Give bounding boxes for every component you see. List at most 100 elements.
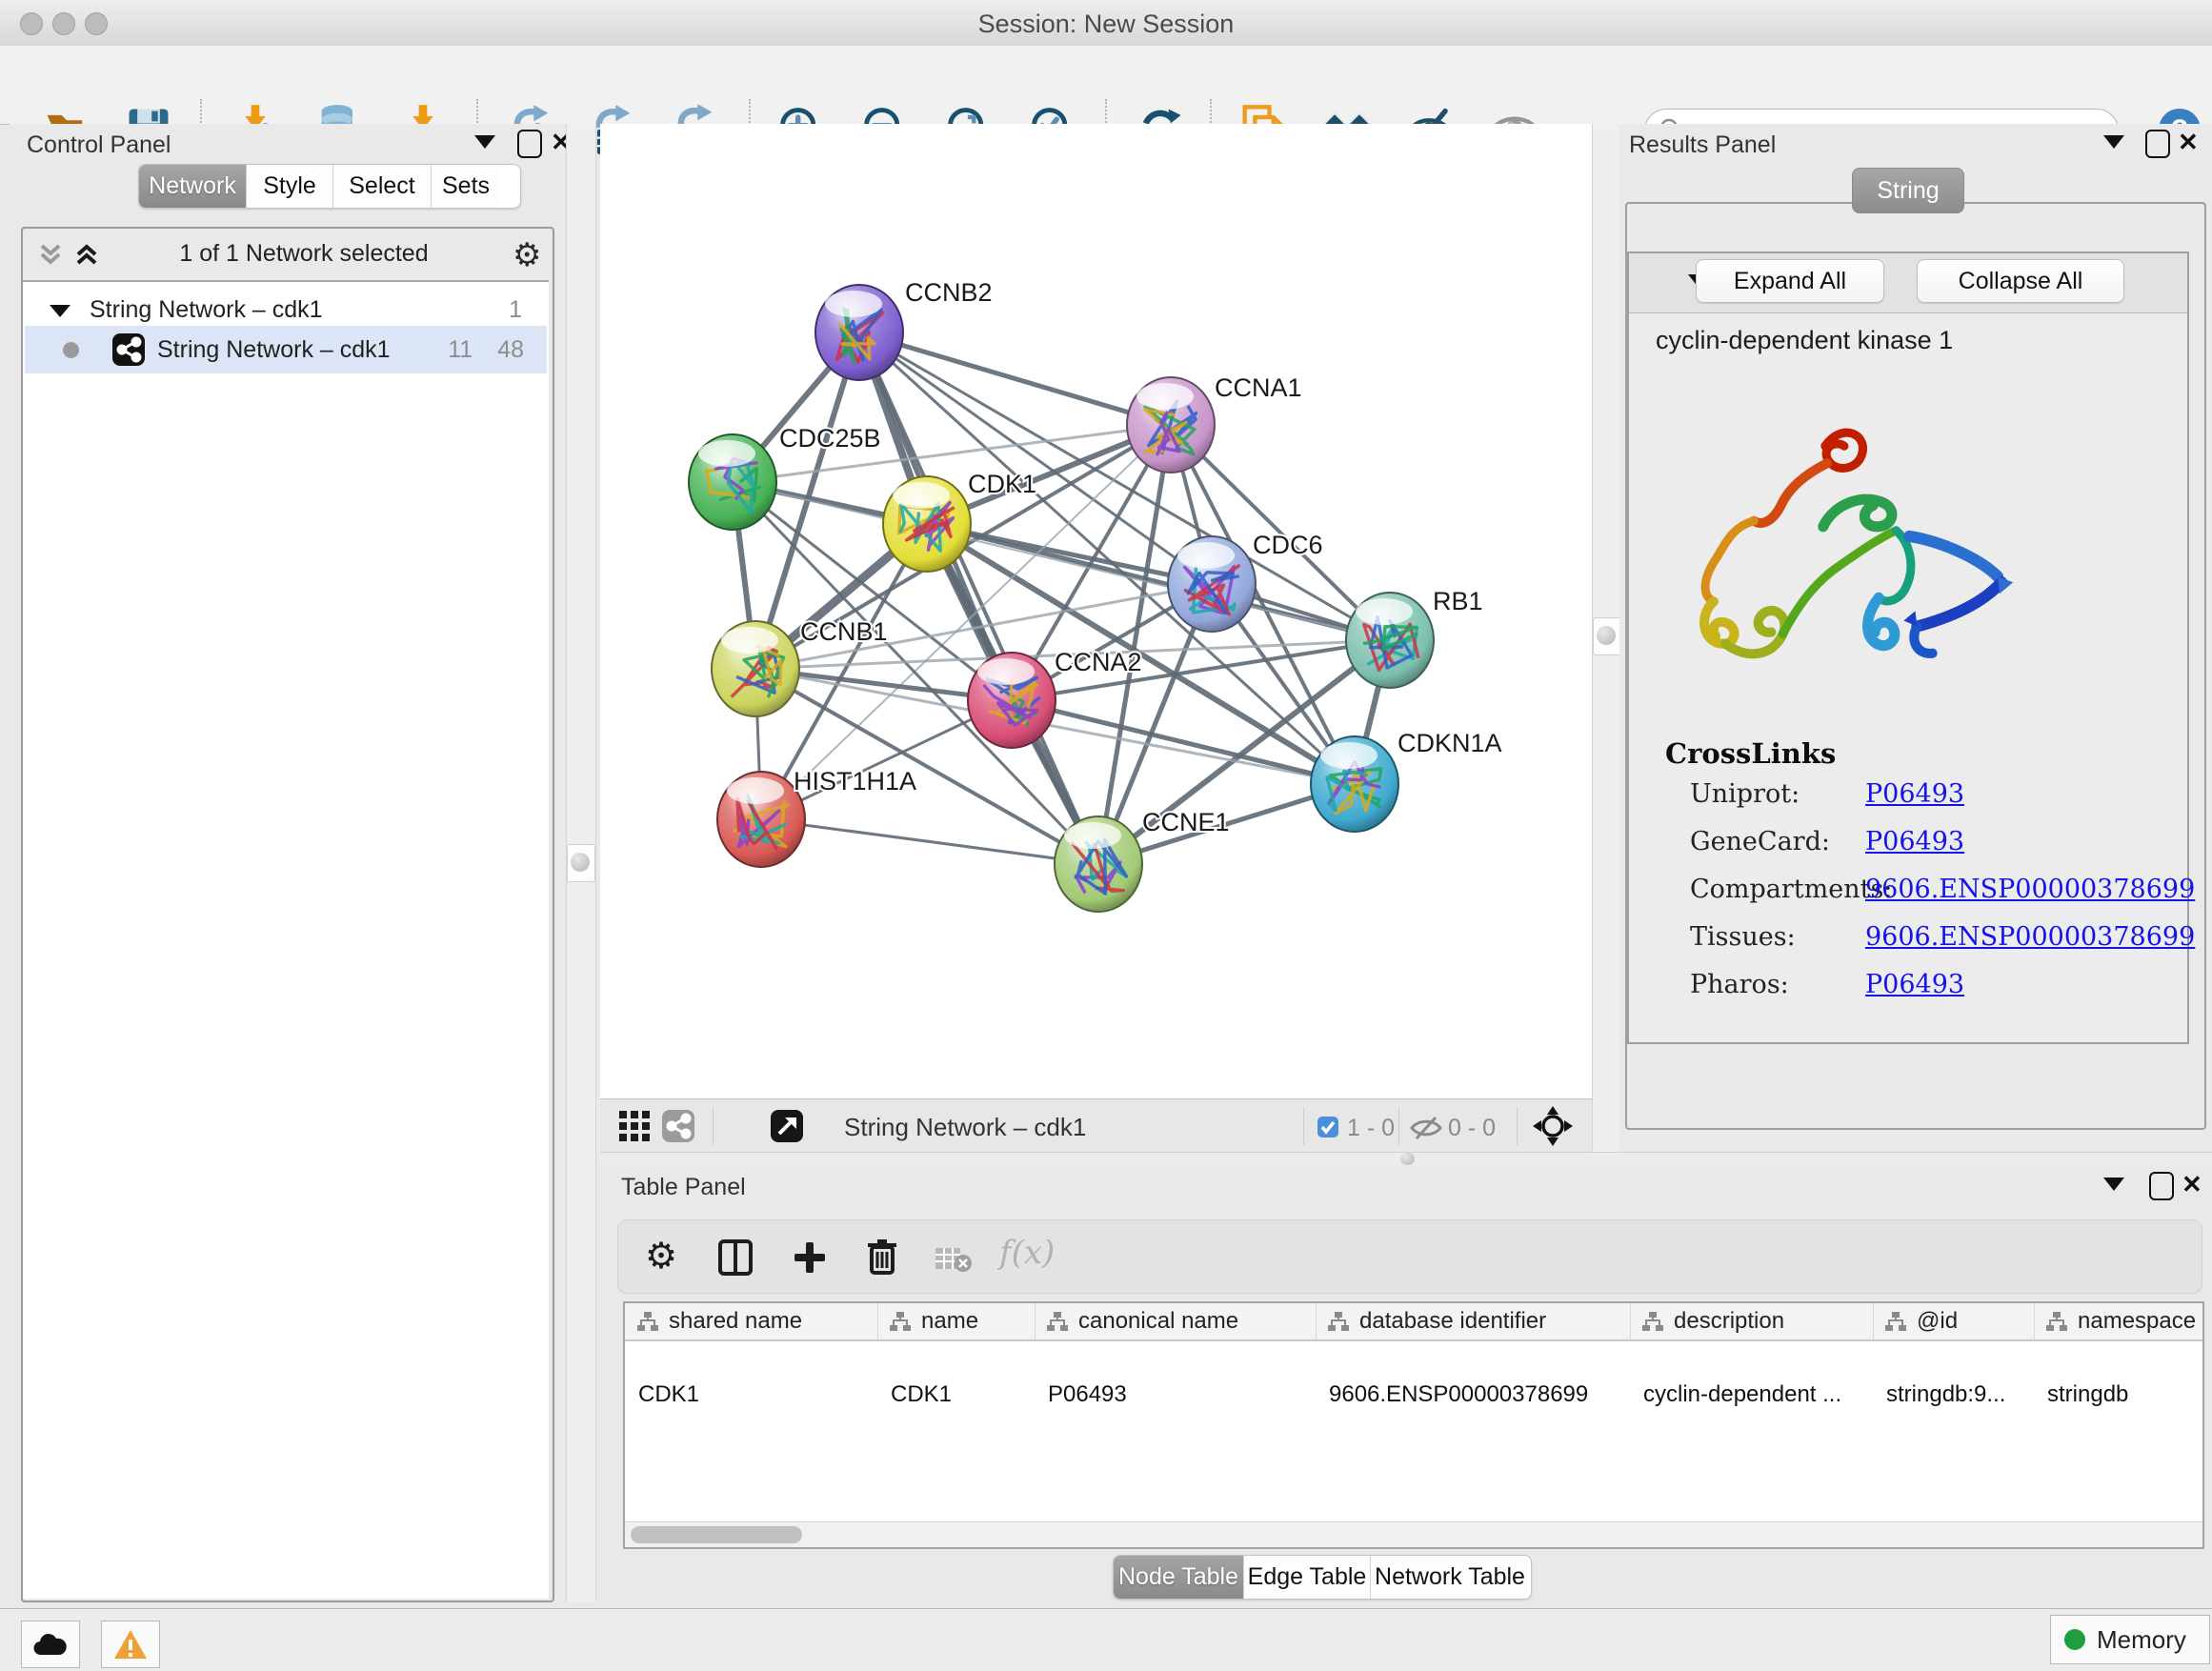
network-options-gear-icon[interactable]: ⚙ [513,236,541,274]
column-header-at-id[interactable]: @id [1873,1303,2034,1341]
crosslink-link[interactable]: P06493 [1865,970,1964,999]
network-edge-ccnb2-ccna1[interactable] [859,332,1171,425]
column-separator[interactable] [877,1303,878,1339]
crosslink-link[interactable]: 9606.ENSP00000378699 [1865,875,2195,904]
network-node-CCNA1[interactable]: CCNA1 [1127,373,1302,473]
ribbon-stroke [1909,536,1998,576]
collection-expander-icon[interactable] [50,296,70,324]
table-cell[interactable]: 9606.ENSP00000378699 [1329,1381,1626,1408]
table-cell[interactable]: CDK1 [891,1381,1031,1408]
cloud-status-button[interactable] [21,1621,80,1668]
network-edge-hist1h1a-ccne1[interactable] [761,819,1098,864]
table-cell[interactable]: P06493 [1048,1381,1312,1408]
column-header-namespace[interactable]: namespace [2034,1303,2202,1341]
tab-edge-table[interactable]: Edge Table [1244,1556,1371,1599]
network-node-CDC25B[interactable]: CDC25B [689,424,881,530]
tab-network[interactable]: Network [139,165,247,208]
pan-crosshair-icon[interactable] [1532,1105,1574,1147]
left-panel-splitter[interactable] [566,124,596,1602]
manage-columns-icon[interactable] [717,1239,754,1276]
network-tree: String Network – cdk1 1 String Network –… [23,280,549,1599]
table-cell[interactable]: stringdb [2047,1381,2199,1408]
selected-checkbox-icon[interactable] [1317,1116,1339,1138]
results-panel-menu-icon[interactable] [2103,135,2124,153]
table-cell[interactable]: CDK1 [638,1381,874,1408]
selected-counter: 1 - 0 [1347,1115,1395,1142]
splitter-handle-icon[interactable] [571,853,590,872]
ribbon-stroke [1917,582,2001,626]
grid-mode-icon[interactable] [617,1109,652,1143]
table-cell[interactable]: stringdb:9... [1886,1381,2030,1408]
hidden-eye-icon[interactable] [1410,1116,1442,1140]
protein-structure-image[interactable] [1677,413,2031,692]
column-header-shared-name[interactable]: shared name [625,1303,877,1341]
create-column-icon[interactable] [792,1239,828,1276]
collection-label: String Network – cdk1 [90,296,323,324]
results-panel-float-icon[interactable] [2145,130,2170,158]
tab-style[interactable]: Style [247,165,333,208]
delete-column-icon[interactable] [864,1238,900,1276]
table-panel-menu-icon[interactable] [2103,1178,2124,1196]
crosslink-link[interactable]: P06493 [1865,779,1964,809]
column-header-description[interactable]: description [1630,1303,1873,1341]
table-settings-gear-icon[interactable]: ⚙ [645,1238,677,1276]
network-node-CCNE1[interactable]: CCNE1 [1055,808,1230,912]
table-panel-close-icon[interactable]: ✕ [2182,1172,2202,1197]
network-node-CCNA2[interactable]: CCNA2 [968,648,1142,748]
window-title: Session: New Session [0,10,2212,39]
column-header-database-identifier[interactable]: database identifier [1316,1303,1630,1341]
column-type-icon [889,1311,912,1332]
crosslink-label: Compartments: [1690,875,1892,904]
table-tabstrip: Node TableEdge TableNetwork Table [1113,1555,1532,1600]
node-label: CCNB1 [800,617,888,646]
tab-network-table[interactable]: Network Table [1371,1556,1529,1599]
table-panel-float-icon[interactable] [2149,1172,2174,1200]
network-node-HIST1H1A[interactable]: HIST1H1A [717,767,916,867]
splitter-handle-icon[interactable] [1400,1153,1415,1165]
table-cell[interactable]: cyclin-dependent ... [1643,1381,1869,1408]
network-row[interactable]: String Network – cdk1 11 48 [25,326,547,373]
crosslink-row: Pharos:P06493 [1690,970,2176,1008]
collection-count: 1 [509,296,522,324]
column-separator[interactable] [2034,1303,2035,1339]
results-panel-close-icon[interactable]: ✕ [2178,130,2199,154]
table-horizontal-scrollbar[interactable] [625,1521,2202,1547]
crosslink-row: Uniprot: P06493 [1690,779,2176,817]
expand-all-button[interactable]: Expand All [1696,259,1884,303]
tab-node-table[interactable]: Node Table [1114,1556,1244,1599]
column-separator[interactable] [1316,1303,1317,1339]
column-separator[interactable] [1873,1303,1874,1339]
memory-button[interactable]: Memory [2050,1615,2210,1664]
tab-string[interactable]: String [1852,168,1964,213]
network-node-CDK1[interactable]: CDK1 [883,470,1036,572]
scrollbar-thumb[interactable] [631,1526,802,1543]
collapse-all-button[interactable]: Collapse All [1917,259,2124,303]
node-label: RB1 [1433,587,1483,615]
birdseye-toggle-icon[interactable] [770,1109,804,1143]
column-separator[interactable] [1630,1303,1631,1339]
crosslink-link[interactable]: 9606.ENSP00000378699 [1865,922,2195,952]
right-panel-splitter[interactable] [1592,124,1622,1152]
title-bar: Session: New Session [0,0,2212,47]
network-mode-icon[interactable] [661,1109,695,1143]
control-panel-menu-icon[interactable] [474,135,495,153]
expand-all-networks-icon[interactable] [72,240,101,269]
tab-sets[interactable]: Sets [432,165,500,208]
warnings-button[interactable] [101,1621,160,1668]
column-header-label: shared name [669,1308,802,1335]
collapse-all-networks-icon[interactable] [36,240,65,269]
splitter-handle-icon[interactable] [1597,626,1616,645]
network-node-CCNB1[interactable]: CCNB1 [712,617,888,716]
column-header-name[interactable]: name [877,1303,1035,1341]
tab-select[interactable]: Select [333,165,432,208]
column-separator[interactable] [1035,1303,1036,1339]
network-node-RB1[interactable]: RB1 [1346,587,1483,688]
crosslink-link[interactable]: P06493 [1865,827,1964,856]
crosslink-label: Uniprot: [1690,779,1800,809]
column-header-canonical-name[interactable]: canonical name [1035,1303,1316,1341]
network-label: String Network – cdk1 [157,336,391,364]
network-node-CDKN1A[interactable]: CDKN1A [1311,729,1502,832]
column-type-icon [1884,1311,1907,1332]
control-panel-float-icon[interactable] [517,130,542,158]
network-canvas[interactable]: CCNB2CCNA1CDC25BCDK1CDC6RB1CCNB1CCNA2CDK… [600,124,1592,1098]
